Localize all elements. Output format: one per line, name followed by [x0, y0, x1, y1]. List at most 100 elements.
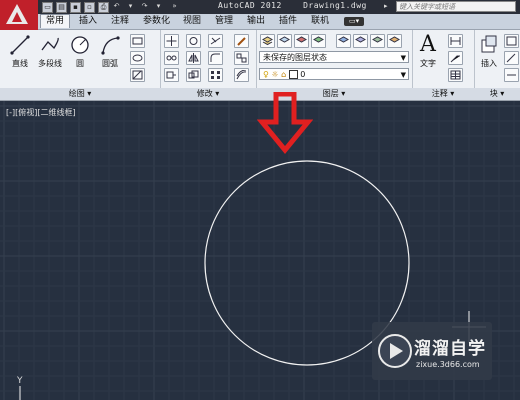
print-icon[interactable]: ⎙ — [98, 2, 109, 13]
undo-dropdown-icon[interactable]: ▾ — [126, 2, 135, 11]
circle-button[interactable]: 圆 — [66, 32, 94, 76]
layers-panel: 未保存的图层状态 ▼ ♀ ☼ ⌂ 0 ▼ 图层 ▾ — [256, 30, 413, 100]
tab-parametric[interactable]: 参数化 — [138, 15, 175, 28]
workspace-toggle-icon[interactable]: ▭▾ — [344, 17, 365, 26]
annotation-arrow-icon — [257, 92, 313, 154]
layer-freeze-icon[interactable] — [336, 34, 351, 48]
text-button[interactable]: A 文字 — [414, 32, 442, 76]
ucs-y-label: Y — [17, 376, 23, 386]
text-icon: A — [420, 32, 436, 57]
watermark: 溜溜自学 zixue.3d66.com — [372, 322, 492, 380]
tab-manage[interactable]: 管理 — [210, 15, 238, 28]
polyline-button[interactable]: 多段线 — [36, 32, 64, 76]
modify-panel: 修改 ▾ — [160, 30, 257, 100]
tab-home[interactable]: 常用 — [40, 14, 71, 28]
watermark-title: 溜溜自学 — [414, 339, 486, 359]
leader-icon[interactable] — [448, 51, 463, 65]
layer-properties-icon[interactable] — [260, 34, 275, 48]
chevron-down-icon: ▼ — [400, 54, 406, 62]
arc-label: 圆弧 — [102, 59, 118, 68]
mirror-icon[interactable] — [186, 51, 201, 65]
save-icon[interactable]: ▪ — [70, 2, 81, 13]
lightbulb-icon: ♀ — [263, 70, 269, 79]
table-icon[interactable] — [448, 68, 463, 82]
layer-color-swatch — [288, 70, 298, 79]
edit-block-icon[interactable] — [504, 51, 519, 65]
chevron-right-icon[interactable]: ▸ — [384, 2, 391, 11]
insert-block-button[interactable]: 插入 — [476, 32, 502, 76]
modify-panel-label[interactable]: 修改 ▾ — [160, 88, 256, 100]
stretch-icon[interactable] — [164, 68, 179, 82]
layer-unlock-icon[interactable] — [387, 34, 402, 48]
annotation-panel-label[interactable]: 注释 ▾ — [412, 88, 474, 100]
offset-icon[interactable] — [234, 68, 249, 82]
create-block-icon[interactable] — [504, 34, 519, 48]
watermark-url: zixue.3d66.com — [416, 360, 480, 369]
redo-dropdown-icon[interactable]: ▾ — [154, 2, 163, 11]
app-menu-button[interactable] — [0, 0, 38, 30]
window-title: AutoCAD 2012 Drawing1.dwg — [218, 1, 367, 10]
explode-icon[interactable] — [234, 51, 249, 65]
ribbon-tab-bar: 常用 插入 注释 参数化 视图 管理 输出 插件 联机 ▭▾ — [38, 14, 520, 30]
draw-panel-label[interactable]: 绘图 ▾ — [0, 88, 160, 100]
open-file-icon[interactable]: ▤ — [56, 2, 67, 13]
unlock-icon: ⌂ — [281, 70, 287, 79]
rotate-icon[interactable] — [186, 34, 201, 48]
save-as-icon[interactable]: ▫ — [84, 2, 95, 13]
block-panel: 插入 块 ▾ — [474, 30, 520, 100]
line-icon — [10, 35, 30, 55]
copy-icon[interactable] — [164, 51, 179, 65]
current-layer-value: 0 — [300, 70, 306, 79]
ellipse-icon[interactable] — [130, 51, 145, 65]
layer-previous-icon[interactable] — [294, 34, 309, 48]
rectangle-icon[interactable] — [130, 34, 145, 48]
tab-output[interactable]: 输出 — [242, 15, 270, 28]
title-bar: ▭ ▤ ▪ ▫ ⎙ ↶ ▾ ↷ ▾ » AutoCAD 2012 Drawing… — [0, 0, 520, 14]
current-layer-select[interactable]: ♀ ☼ ⌂ 0 ▼ — [259, 68, 409, 80]
tab-plugins[interactable]: 插件 — [274, 15, 302, 28]
dimension-icon[interactable] — [448, 34, 463, 48]
new-file-icon[interactable]: ▭ — [42, 2, 53, 13]
layer-off-icon[interactable] — [353, 34, 368, 48]
layer-match-icon[interactable] — [277, 34, 292, 48]
sun-icon: ☼ — [271, 70, 279, 79]
undo-icon[interactable]: ↶ — [112, 2, 121, 11]
line-label: 直线 — [12, 59, 28, 68]
hatch-icon[interactable] — [130, 68, 145, 82]
layer-lock-icon[interactable] — [370, 34, 385, 48]
arc-button[interactable]: 圆弧 — [96, 32, 124, 76]
ribbon: 直线 多段线 圆 圆弧 绘图 ▾ 修改 ▾ 未保存的图层状态 ▼ ♀ ☼ ⌂ 0… — [0, 30, 520, 101]
tab-annotate[interactable]: 注释 — [106, 15, 134, 28]
erase-icon[interactable] — [234, 34, 249, 48]
text-label: 文字 — [420, 59, 436, 68]
tab-online[interactable]: 联机 — [306, 15, 334, 28]
arc-icon — [101, 36, 120, 55]
file-name: Drawing1.dwg — [303, 1, 367, 10]
polyline-icon — [41, 37, 59, 51]
layer-state-select[interactable]: 未保存的图层状态 ▼ — [259, 51, 409, 63]
edit-attribute-icon[interactable] — [504, 68, 519, 82]
circle-label: 圆 — [76, 59, 84, 68]
polyline-label: 多段线 — [38, 59, 62, 68]
search-input[interactable]: 键入关键字或短语 — [396, 1, 516, 12]
chevron-down-icon: ▼ — [400, 71, 406, 79]
tab-insert[interactable]: 插入 — [74, 15, 102, 28]
insert-block-icon — [481, 35, 497, 53]
move-icon[interactable] — [164, 34, 179, 48]
fillet-icon[interactable] — [208, 51, 223, 65]
array-icon[interactable] — [208, 68, 223, 82]
layer-isolate-icon[interactable] — [311, 34, 326, 48]
redo-icon[interactable]: ↷ — [140, 2, 149, 11]
trim-icon[interactable] — [208, 34, 223, 48]
layer-state-value: 未保存的图层状态 — [263, 53, 327, 62]
line-button[interactable]: 直线 — [6, 32, 34, 76]
draw-panel: 直线 多段线 圆 圆弧 绘图 ▾ — [0, 30, 161, 100]
insert-label: 插入 — [481, 59, 497, 68]
circle-icon — [71, 36, 89, 54]
block-panel-label[interactable]: 块 ▾ — [474, 88, 520, 100]
scale-icon[interactable] — [186, 68, 201, 82]
watermark-play-icon — [378, 334, 412, 368]
tab-view[interactable]: 视图 — [178, 15, 206, 28]
annotation-panel: A 文字 注释 ▾ — [412, 30, 475, 100]
more-tools-icon[interactable]: » — [170, 2, 179, 11]
